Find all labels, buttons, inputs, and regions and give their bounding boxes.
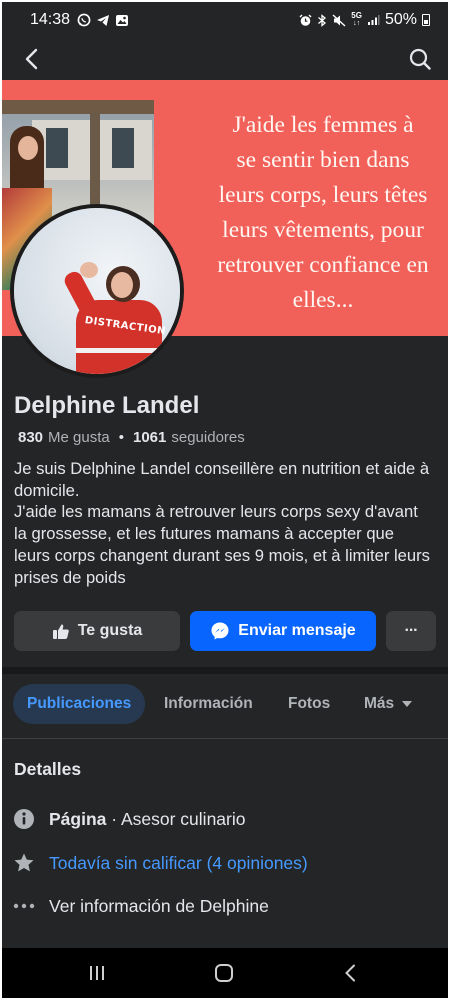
5g-icon: 5G ↓↑: [351, 11, 362, 28]
battery-percent: 50%: [384, 11, 417, 28]
rating-link[interactable]: Todavía sin calificar (4 opiniones): [49, 853, 308, 874]
whatsapp-icon: [77, 13, 91, 27]
status-time: 14:38: [30, 11, 71, 28]
likes-label: Me gusta: [48, 429, 110, 446]
send-message-label: Enviar mensaje: [238, 622, 356, 639]
back-button[interactable]: [18, 45, 46, 73]
gallery-icon: [115, 14, 129, 27]
arrow-left-icon: [25, 48, 38, 70]
status-bar: 14:38 5G ↓↑ 50%: [2, 2, 448, 38]
detail-row-category: Página · Asesor culinario: [2, 804, 448, 834]
page-name: Delphine Landel: [14, 392, 200, 419]
detail-row-more-info[interactable]: Ver información de Delphine: [2, 891, 448, 921]
recent-apps-button[interactable]: [82, 958, 112, 988]
tab-fotos[interactable]: Fotos: [288, 684, 330, 724]
info-icon: [12, 807, 36, 831]
star-icon: [12, 851, 36, 875]
search-icon: [409, 48, 431, 70]
home-icon: [215, 964, 233, 982]
home-button[interactable]: [209, 958, 239, 988]
followers-label: seguidores: [171, 429, 245, 446]
more-options-icon: ···: [404, 622, 419, 639]
page-type-label: Página: [49, 808, 107, 829]
likes-count: 830: [18, 429, 44, 446]
top-navigation: [2, 38, 448, 80]
detail-row-rating[interactable]: Todavía sin calificar (4 opiniones): [2, 848, 448, 878]
tab-informacion[interactable]: Información: [164, 684, 253, 724]
tab-mas[interactable]: Más: [364, 684, 413, 724]
signal-icon: [367, 14, 380, 26]
detail-separator: ·: [106, 808, 121, 829]
messenger-icon: [211, 622, 229, 640]
telegram-icon: [96, 14, 110, 27]
page-category: Asesor culinario: [120, 808, 246, 829]
recent-apps-icon: [90, 966, 104, 980]
like-button-label: Te gusta: [77, 622, 143, 639]
alarm-icon: [299, 14, 312, 27]
system-back-button[interactable]: [335, 958, 365, 988]
tab-publicaciones[interactable]: Publicaciones: [13, 684, 146, 724]
page-bio: Je suis Delphine Landel conseillère en n…: [14, 459, 430, 587]
more-dots-icon: [12, 894, 36, 918]
bluetooth-icon: [317, 13, 327, 27]
app-frame: 14:38 5G ↓↑ 50% J'aide les femmes à se s…: [2, 2, 448, 998]
like-button[interactable]: Te gusta: [14, 611, 180, 651]
tabs-divider: [2, 738, 448, 739]
followers-count: 1061: [133, 429, 167, 446]
profile-avatar[interactable]: DISTRACTION: [10, 204, 184, 378]
battery-icon: [422, 14, 430, 26]
section-divider: [2, 667, 448, 674]
thumbs-up-icon: [52, 623, 69, 639]
more-info-link[interactable]: Ver información de Delphine: [49, 896, 269, 917]
mute-icon: [332, 13, 346, 27]
profile-tabs: Publicaciones Información Fotos Más: [2, 684, 448, 730]
chevron-left-icon: [345, 964, 355, 982]
caret-down-icon: [402, 701, 413, 707]
details-heading: Detalles: [14, 759, 82, 779]
network-type: 5G: [351, 11, 362, 20]
tab-mas-label: Más: [364, 695, 395, 712]
page-stats: 830 Me gusta • 1061 seguidores: [18, 429, 245, 446]
more-options-button[interactable]: ···: [386, 611, 436, 651]
send-message-button[interactable]: Enviar mensaje: [190, 611, 376, 651]
search-button[interactable]: [406, 45, 434, 73]
cover-slogan: J'aide les femmes à se sentir bien dans …: [217, 112, 429, 313]
separator-dot: •: [118, 429, 124, 446]
system-navigation-bar: [2, 948, 448, 998]
